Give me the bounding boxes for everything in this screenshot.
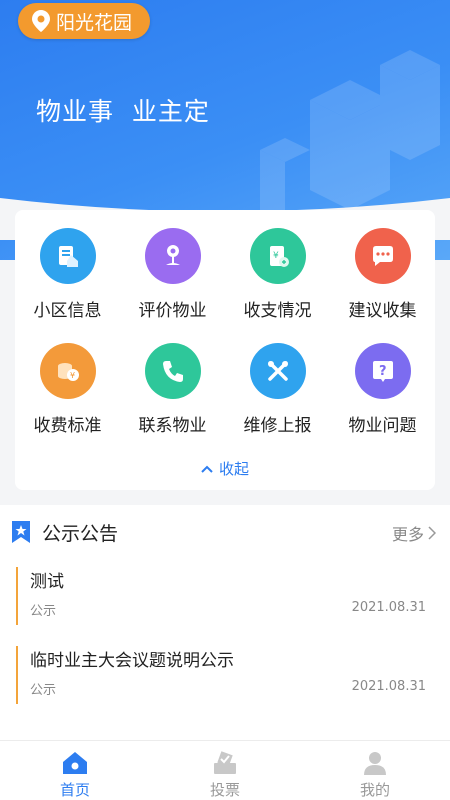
tab-label: 首页	[59, 781, 90, 799]
menu-item-community-info[interactable]: 小区信息	[15, 228, 120, 321]
tab-label: 投票	[209, 781, 240, 799]
service-grid: 小区信息 评价物业 ¥ 收支情况 建议收集 ¥ 收费标准 联系物业 维修上报 ?…	[15, 228, 435, 436]
banner-slogan: 物业事 业主定	[36, 97, 210, 126]
service-menu-card: 小区信息 评价物业 ¥ 收支情况 建议收集 ¥ 收费标准 联系物业 维修上报 ?…	[15, 210, 435, 490]
notice-item-category: 公示	[30, 604, 57, 619]
menu-item-label: 收费标准	[33, 416, 102, 436]
community-selector[interactable]: 阳光花园	[18, 3, 151, 39]
menu-item-label: 建议收集	[348, 301, 417, 321]
question-icon: ?	[354, 343, 411, 399]
notice-item-title: 临时业主大会议题说明公示	[30, 651, 234, 671]
notice-item-date: 2021.08.31	[351, 600, 426, 615]
menu-item-finance[interactable]: ¥ 收支情况	[225, 228, 330, 321]
bookmark-star-icon	[12, 521, 30, 543]
menu-item-label: 评价物业	[138, 301, 207, 321]
collapse-label: 收起	[218, 460, 249, 478]
chat-bubble-icon	[354, 228, 411, 284]
building-doc-icon	[39, 228, 96, 284]
menu-item-rate-property[interactable]: 评价物业	[120, 228, 225, 321]
coin-yen-icon: ¥	[39, 343, 96, 399]
notice-item[interactable]: 临时业主大会议题说明公示 公示 2021.08.31	[16, 646, 436, 704]
menu-item-label: 维修上报	[243, 416, 312, 436]
notice-item-category: 公示	[30, 683, 57, 698]
menu-item-suggestions[interactable]: 建议收集	[330, 228, 435, 321]
tools-icon	[249, 343, 306, 399]
notice-item-date: 2021.08.31	[351, 679, 426, 694]
more-label: 更多	[391, 525, 424, 544]
vote-box-icon	[214, 751, 236, 774]
chevron-right-icon	[428, 526, 436, 540]
community-name: 阳光花园	[56, 11, 133, 34]
menu-item-label: 收支情况	[243, 301, 312, 321]
menu-item-repair-report[interactable]: 维修上报	[225, 343, 330, 436]
tab-label: 我的	[359, 781, 390, 799]
tab-vote[interactable]: 投票	[150, 741, 300, 800]
location-pin-icon	[32, 10, 50, 32]
svg-text:¥: ¥	[70, 371, 75, 380]
flower-rating-icon	[144, 228, 201, 284]
notice-header: 公示公告 更多	[0, 505, 450, 557]
chevron-up-icon	[201, 465, 213, 473]
bottom-tab-bar: 首页 投票 我的	[0, 740, 450, 800]
menu-item-property-questions[interactable]: ? 物业问题	[330, 343, 435, 436]
menu-item-label: 联系物业	[138, 416, 207, 436]
menu-item-fee-standard[interactable]: ¥ 收费标准	[15, 343, 120, 436]
notice-item[interactable]: 测试 公示 2021.08.31	[16, 567, 436, 625]
svg-text:?: ?	[379, 364, 387, 379]
menu-item-label: 小区信息	[33, 301, 102, 321]
ledger-icon: ¥	[249, 228, 306, 284]
tab-home[interactable]: 首页	[0, 741, 150, 800]
menu-item-contact-property[interactable]: 联系物业	[120, 343, 225, 436]
user-icon	[364, 752, 386, 775]
svg-text:¥: ¥	[273, 251, 279, 261]
notice-item-title: 测试	[30, 572, 64, 592]
more-link[interactable]: 更多	[392, 521, 436, 545]
home-icon	[63, 752, 87, 774]
collapse-button[interactable]: 收起	[15, 458, 435, 479]
tab-mine[interactable]: 我的	[300, 741, 450, 800]
phone-icon	[144, 343, 201, 399]
menu-item-label: 物业问题	[348, 416, 417, 436]
notice-section: 公示公告 更多 测试 公示 2021.08.31 临时业主大会议题说明公示 公示…	[0, 505, 450, 740]
notice-section-title: 公示公告	[42, 523, 119, 545]
